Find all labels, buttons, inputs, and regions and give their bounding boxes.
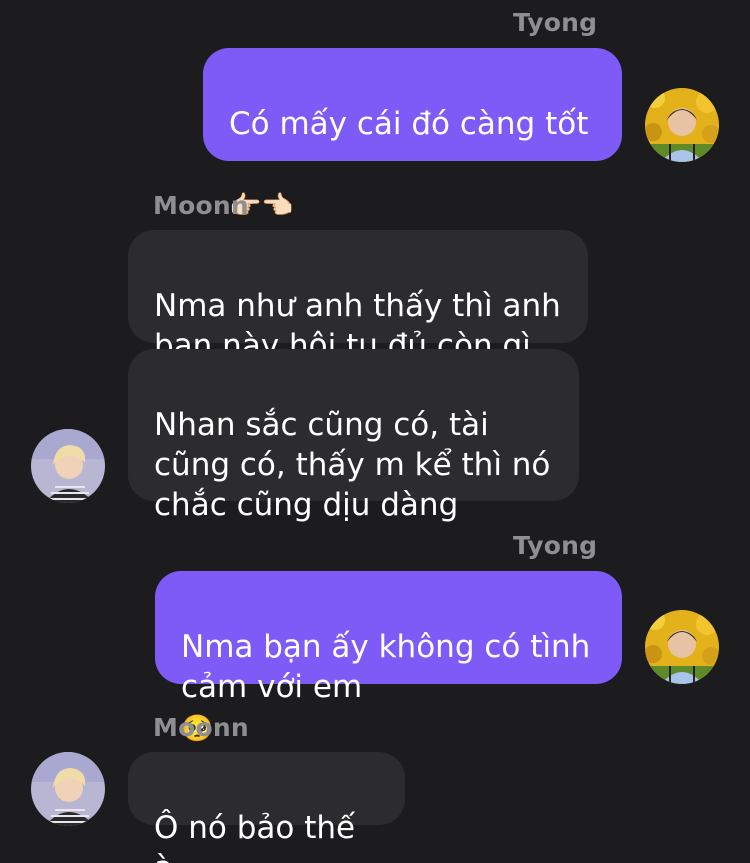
chat-thread: Tyong Có mấy cái đó càng tốt 👉🏻👈🏻 Moonn … [0, 0, 750, 863]
avatar-moonn-icon[interactable] [31, 752, 105, 826]
outgoing-message-bubble[interactable]: Nma bạn ấy không có tình cảm với em 🥺 [155, 571, 622, 744]
message-text: Ô nó bảo thế à [154, 810, 356, 863]
incoming-message-bubble[interactable]: Ô nó bảo thế à [128, 752, 405, 863]
avatar-tyong-icon[interactable] [645, 88, 719, 162]
avatar-tyong-icon[interactable] [645, 610, 719, 684]
message-text: Nhan sắc cũng có, tài cũng có, thấy m kể… [154, 407, 551, 523]
message-text: Nma bạn ấy không có tình cảm với em [181, 629, 591, 705]
sender-name-tyong: Tyong [513, 531, 598, 560]
incoming-message-bubble[interactable]: Nhan sắc cũng có, tài cũng có, thấy m kể… [128, 349, 579, 523]
sender-name-moonn: Moonn [153, 713, 249, 742]
avatar-moonn-icon[interactable] [31, 429, 105, 503]
sender-name-tyong: Tyong [513, 8, 598, 37]
incoming-message-bubble[interactable]: Nma như anh thấy thì anh bạn này hội tụ … [128, 230, 588, 364]
outgoing-message-bubble[interactable]: Có mấy cái đó càng tốt 👉🏻👈🏻 [203, 48, 622, 221]
sender-name-moonn: Moonn [153, 191, 249, 220]
message-text: Có mấy cái đó càng tốt [229, 106, 589, 142]
